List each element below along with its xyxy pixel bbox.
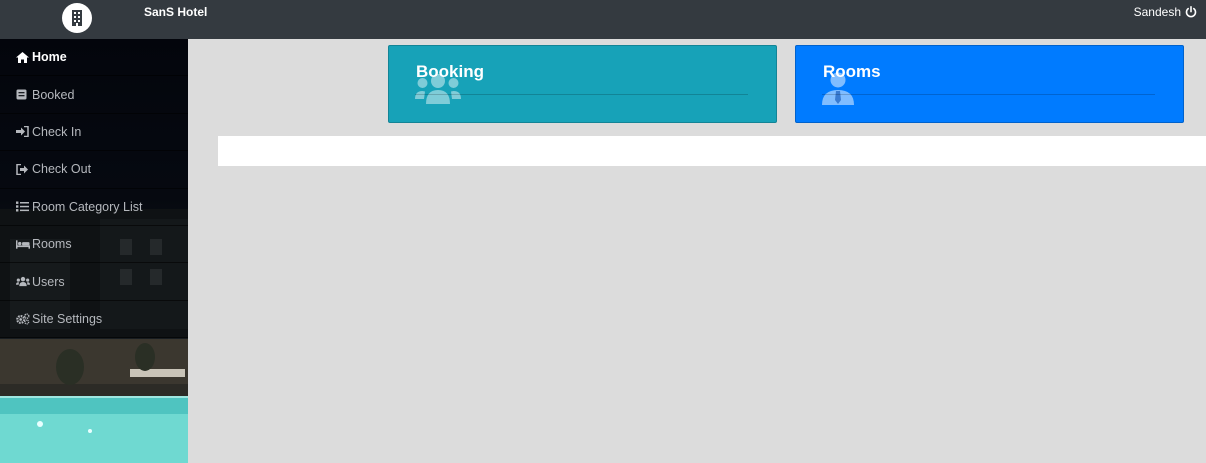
sidebar-item-label: Booked (32, 87, 75, 102)
sidebar-item-label: Rooms (32, 237, 72, 252)
sidebar-item-label: Site Settings (32, 311, 103, 326)
home-icon (16, 51, 30, 63)
sidebar-item-label: Check Out (32, 162, 92, 177)
card-title: Rooms (823, 62, 881, 81)
list-icon (16, 201, 30, 213)
sidebar-item-check-in[interactable]: Check In (0, 113, 188, 152)
bed-icon (16, 238, 30, 250)
sign-out-icon (16, 163, 30, 175)
hotel-logo[interactable] (62, 3, 92, 33)
sidebar-item-rooms[interactable]: Rooms (0, 225, 188, 264)
users-icon (16, 276, 30, 288)
booking-card[interactable]: Booking (388, 45, 777, 123)
rooms-card[interactable]: Rooms (795, 45, 1184, 123)
top-navbar: SanS Hotel Sandesh (0, 0, 1206, 39)
sidebar-item-label: Home (32, 50, 67, 65)
sidebar-item-users[interactable]: Users (0, 263, 188, 301)
user-menu[interactable]: Sandesh (1134, 5, 1197, 19)
brand-name[interactable]: SanS Hotel (144, 5, 207, 19)
sidebar-item-home[interactable]: Home (0, 39, 188, 77)
sidebar-item-room-category-list[interactable]: Room Category List (0, 188, 188, 226)
sidebar-item-label: Users (32, 274, 65, 289)
power-icon[interactable] (1185, 6, 1197, 18)
card-divider (822, 94, 1155, 95)
sign-in-icon (16, 126, 30, 138)
cogs-icon (16, 313, 30, 325)
sidebar-item-site-settings[interactable]: Site Settings (0, 300, 188, 339)
sidebar-item-check-out[interactable]: Check Out (0, 151, 188, 189)
sidebar: Home Booked Check In Check Out Room Cate… (0, 39, 188, 463)
content-panel (218, 136, 1206, 166)
user-name: Sandesh (1133, 5, 1181, 19)
sidebar-menu: Home Booked Check In Check Out Room Cate… (0, 39, 188, 339)
hotel-building-icon (72, 10, 82, 26)
card-title: Booking (416, 62, 484, 81)
sidebar-item-label: Check In (32, 124, 82, 139)
sidebar-item-booked[interactable]: Booked (0, 76, 188, 114)
sidebar-item-label: Room Category List (32, 199, 143, 214)
book-icon (16, 89, 30, 101)
card-divider (415, 94, 748, 95)
